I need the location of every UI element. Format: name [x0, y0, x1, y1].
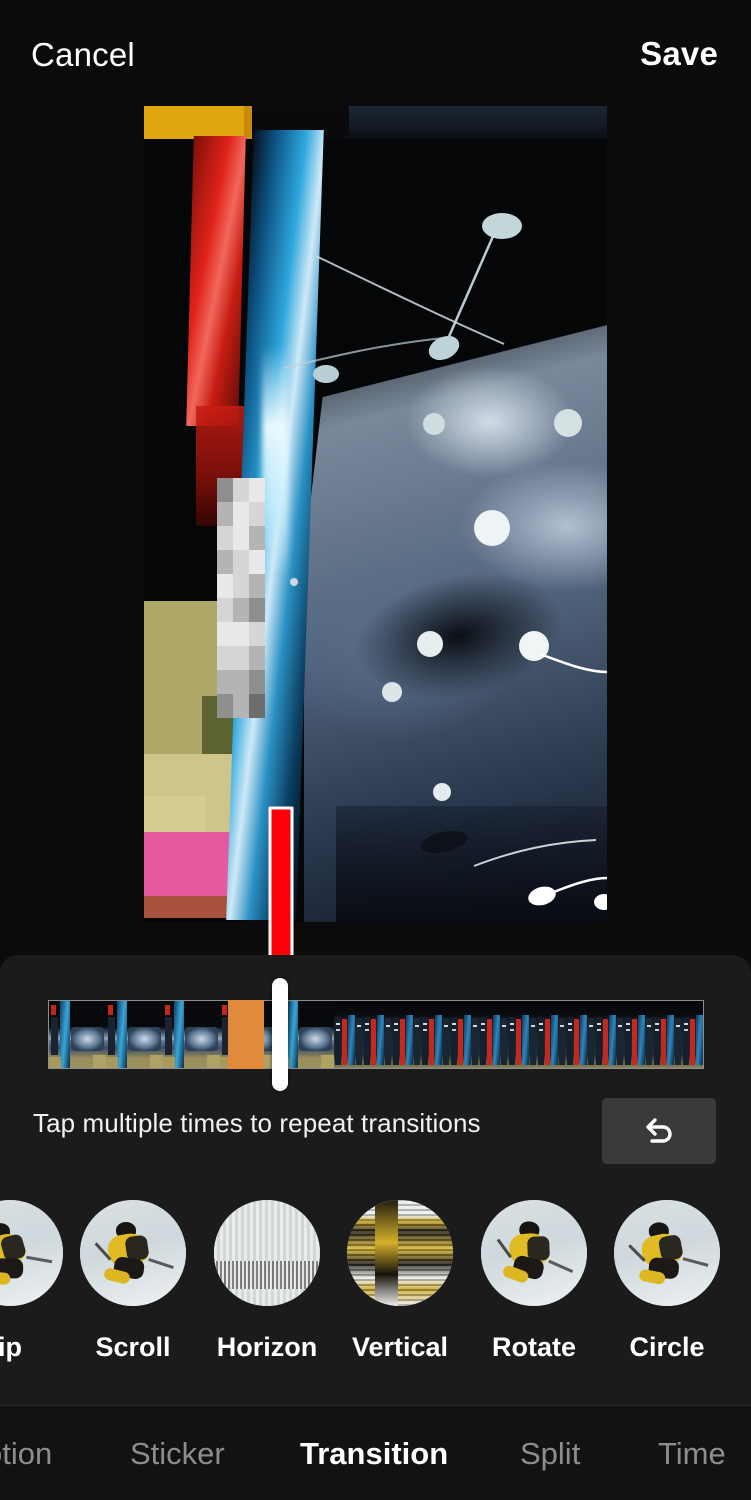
- hint-text: Tap multiple times to repeat transitions: [33, 1108, 481, 1138]
- editing-panel: Tap multiple times to repeat transitions…: [0, 955, 751, 1405]
- undo-button[interactable]: [602, 1098, 716, 1164]
- undo-arrow-icon: [646, 1118, 672, 1143]
- timeline-frame[interactable]: [106, 1001, 163, 1068]
- timeline-frame[interactable]: [363, 1001, 392, 1068]
- timeline-filmstrip[interactable]: [48, 1000, 704, 1069]
- timeline-frame[interactable]: [682, 1001, 703, 1068]
- transition-option-circle[interactable]: Circle: [614, 1200, 720, 1363]
- transition-label: ip: [0, 1332, 22, 1362]
- transition-thumbnail[interactable]: [214, 1200, 320, 1306]
- timeline-frame[interactable]: [450, 1001, 479, 1068]
- preview-shape: [244, 106, 252, 139]
- timeline-frame[interactable]: [479, 1001, 508, 1068]
- transition-thumbnail[interactable]: [80, 1200, 186, 1306]
- timeline-frame[interactable]: [421, 1001, 450, 1068]
- timeline-frame[interactable]: [537, 1001, 566, 1068]
- timeline-frame[interactable]: [392, 1001, 421, 1068]
- transition-label: Horizon: [216, 1332, 318, 1362]
- transition-option-ip[interactable]: ip: [0, 1200, 63, 1363]
- transition-label: Vertical: [351, 1332, 449, 1362]
- preview-shape: [349, 106, 607, 139]
- cancel-button[interactable]: Cancel: [31, 36, 135, 74]
- transition-option-horizon[interactable]: Horizon: [214, 1200, 320, 1363]
- transition-thumbnail[interactable]: [0, 1200, 63, 1306]
- preview-stage: [0, 106, 751, 1082]
- timeline-frame[interactable]: [566, 1001, 595, 1068]
- transitions-list: ip Scroll Horizon Vertical Rotate Circle: [0, 1200, 751, 1390]
- timeline-frame[interactable]: [595, 1001, 624, 1068]
- timeline-frame[interactable]: [163, 1001, 220, 1068]
- preview-shape: [262, 346, 288, 576]
- transition-label: Circle: [629, 1332, 705, 1362]
- top-bar: Cancel Save: [0, 0, 751, 106]
- video-editor-screen: Cancel Save Tap multiple times to repeat…: [0, 0, 751, 1500]
- video-preview[interactable]: [144, 106, 607, 922]
- timeline-frame[interactable]: [653, 1001, 682, 1068]
- preview-shape: [186, 136, 246, 426]
- save-button[interactable]: Save: [640, 35, 718, 73]
- transition-thumbnail[interactable]: [614, 1200, 720, 1306]
- transition-thumbnail[interactable]: [347, 1200, 453, 1306]
- tab-otion[interactable]: otion: [0, 1436, 52, 1472]
- bottom-tab-bar: otion Sticker Transition Split Time: [0, 1406, 751, 1500]
- timeline-frame[interactable]: [508, 1001, 537, 1068]
- transition-label: Scroll: [95, 1332, 171, 1362]
- tab-sticker[interactable]: Sticker: [130, 1436, 225, 1472]
- transition-option-rotate[interactable]: Rotate: [481, 1200, 587, 1363]
- timeline-frame[interactable]: [334, 1001, 363, 1068]
- playhead-handle[interactable]: [272, 978, 288, 1091]
- timeline-frame[interactable]: [624, 1001, 653, 1068]
- tab-split[interactable]: Split: [520, 1436, 580, 1472]
- timeline-frame[interactable]: [49, 1001, 106, 1068]
- transition-option-vertical[interactable]: Vertical: [347, 1200, 453, 1363]
- transition-thumbnail[interactable]: [481, 1200, 587, 1306]
- tab-transition[interactable]: Transition: [300, 1436, 448, 1472]
- preview-shape: [336, 806, 607, 922]
- mosaic-censor-block: [217, 478, 265, 718]
- preview-shape: [144, 106, 244, 139]
- transition-label: Rotate: [491, 1332, 576, 1362]
- transition-marker[interactable]: [228, 1000, 264, 1069]
- transition-option-scroll[interactable]: Scroll: [80, 1200, 186, 1363]
- tab-time[interactable]: Time: [658, 1436, 726, 1472]
